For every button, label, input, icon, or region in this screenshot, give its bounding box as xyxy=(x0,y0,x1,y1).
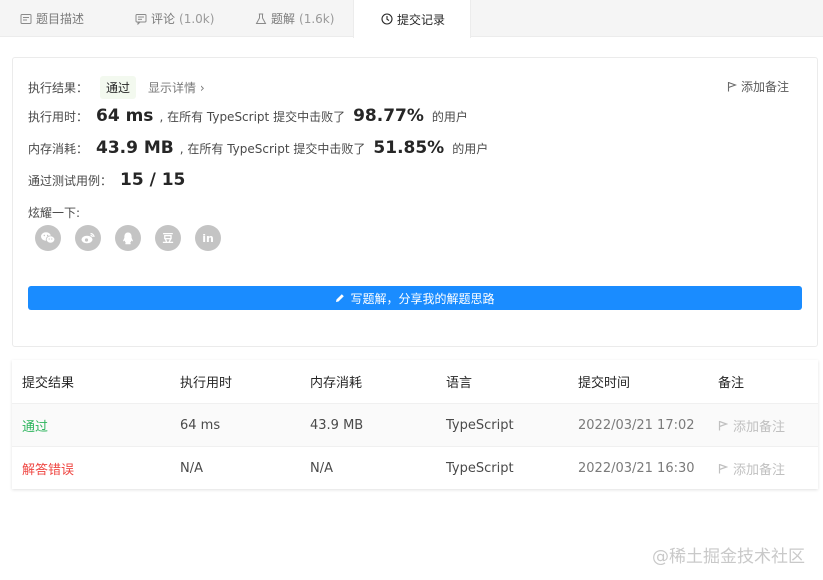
memory-value: 43.9 MB xyxy=(96,138,174,158)
language-cell: TypeScript xyxy=(446,418,514,433)
write-solution-button[interactable]: 写题解，分享我的解题思路 xyxy=(28,286,802,310)
tab-label: 题解 xyxy=(271,12,296,26)
submissions-table: 提交结果 执行用时 内存消耗 语言 提交时间 备注 通过 64 ms 43.9 … xyxy=(12,360,818,489)
tests-value: 15 / 15 xyxy=(120,170,186,190)
result-status-link[interactable]: 解答错误 xyxy=(22,447,74,490)
tab-label: 评论 xyxy=(151,12,176,26)
add-note-button[interactable]: 添加备注 xyxy=(718,404,785,447)
add-note-label: 添加备注 xyxy=(733,420,786,435)
share-buttons: 豆 in xyxy=(35,225,221,251)
memory-suffix: 的用户 xyxy=(452,142,489,156)
runtime-label: 执行用时： xyxy=(28,110,89,124)
result-status-link[interactable]: 通过 xyxy=(22,404,48,447)
time-cell: 2022/03/21 17:02 xyxy=(578,418,695,433)
tab-label: 题目描述 xyxy=(36,12,85,26)
table-row[interactable]: 解答错误 N/A N/A TypeScript 2022/03/21 16:30… xyxy=(12,446,818,489)
pencil-icon xyxy=(336,294,345,302)
tab-solutions[interactable]: 题解 (1.6k) xyxy=(235,0,353,37)
runtime-row: 执行用时： 64 ms , 在所有 TypeScript 提交中击败了 98.7… xyxy=(28,106,468,126)
memory-cell: N/A xyxy=(310,461,333,476)
write-solution-label: 写题解，分享我的解题思路 xyxy=(350,291,495,306)
header-time: 提交时间 xyxy=(578,376,631,391)
add-note-label: 添加备注 xyxy=(740,80,789,94)
runtime-cell: N/A xyxy=(180,461,203,476)
flag-icon xyxy=(718,463,728,474)
weibo-icon[interactable] xyxy=(75,225,101,251)
tests-label: 通过测试用例： xyxy=(28,174,113,188)
share-label: 炫耀一下: xyxy=(28,206,81,220)
table-header: 提交结果 执行用时 内存消耗 语言 提交时间 备注 xyxy=(12,360,818,403)
runtime-value: 64 ms xyxy=(96,106,154,126)
clock-icon xyxy=(381,13,393,25)
add-note-button[interactable]: 添加备注 xyxy=(727,78,789,95)
wechat-icon[interactable] xyxy=(35,225,61,251)
comment-icon xyxy=(135,13,147,25)
linkedin-icon[interactable]: in xyxy=(195,225,221,251)
tab-count: (1.0k) xyxy=(179,11,215,26)
status-row: 执行结果： 通过 显示详情 › xyxy=(28,76,205,99)
show-details-link[interactable]: 显示详情 › xyxy=(148,79,205,96)
memory-row: 内存消耗： 43.9 MB , 在所有 TypeScript 提交中击败了 51… xyxy=(28,138,488,158)
tests-row: 通过测试用例： 15 / 15 xyxy=(28,170,191,190)
add-note-label: 添加备注 xyxy=(733,463,786,478)
header-result: 提交结果 xyxy=(22,376,75,391)
share-row-label: 炫耀一下: xyxy=(28,204,80,221)
result-card: 执行结果： 通过 显示详情 › 添加备注 执行用时： 64 ms , 在所有 T… xyxy=(12,57,818,347)
time-cell: 2022/03/21 16:30 xyxy=(578,461,695,476)
tab-comments[interactable]: 评论 (1.0k) xyxy=(115,0,235,37)
flag-icon xyxy=(727,81,737,92)
header-runtime: 执行用时 xyxy=(180,376,233,391)
status-badge: 通过 xyxy=(100,76,137,99)
runtime-cell: 64 ms xyxy=(180,418,221,433)
tab-bar: 题目描述 评论 (1.0k) 题解 (1.6k) 提交记录 xyxy=(0,0,823,38)
add-note-button[interactable]: 添加备注 xyxy=(718,447,785,490)
tab-count: (1.6k) xyxy=(299,11,335,26)
flask-icon xyxy=(255,13,267,25)
memory-percentile: 51.85% xyxy=(373,138,445,158)
runtime-suffix: 的用户 xyxy=(431,110,468,124)
qq-icon[interactable] xyxy=(115,225,141,251)
tab-description[interactable]: 题目描述 xyxy=(0,0,115,37)
memory-text: , 在所有 TypeScript 提交中击败了 xyxy=(179,142,366,156)
runtime-percentile: 98.77% xyxy=(353,106,424,126)
language-cell: TypeScript xyxy=(446,461,514,476)
tab-submissions[interactable]: 提交记录 xyxy=(353,0,471,38)
runtime-text: , 在所有 TypeScript 提交中击败了 xyxy=(159,110,346,124)
header-language: 语言 xyxy=(446,376,473,391)
tab-label: 提交记录 xyxy=(397,12,446,27)
header-note: 备注 xyxy=(718,376,745,391)
flag-icon xyxy=(718,420,728,431)
description-icon xyxy=(20,13,32,25)
header-memory: 内存消耗 xyxy=(310,376,363,391)
watermark: @稀土掘金技术社区 xyxy=(652,547,805,567)
memory-cell: 43.9 MB xyxy=(310,418,364,433)
table-row[interactable]: 通过 64 ms 43.9 MB TypeScript 2022/03/21 1… xyxy=(12,403,818,446)
douban-icon[interactable]: 豆 xyxy=(155,225,181,251)
status-label: 执行结果： xyxy=(28,81,89,95)
memory-label: 内存消耗： xyxy=(28,142,89,156)
